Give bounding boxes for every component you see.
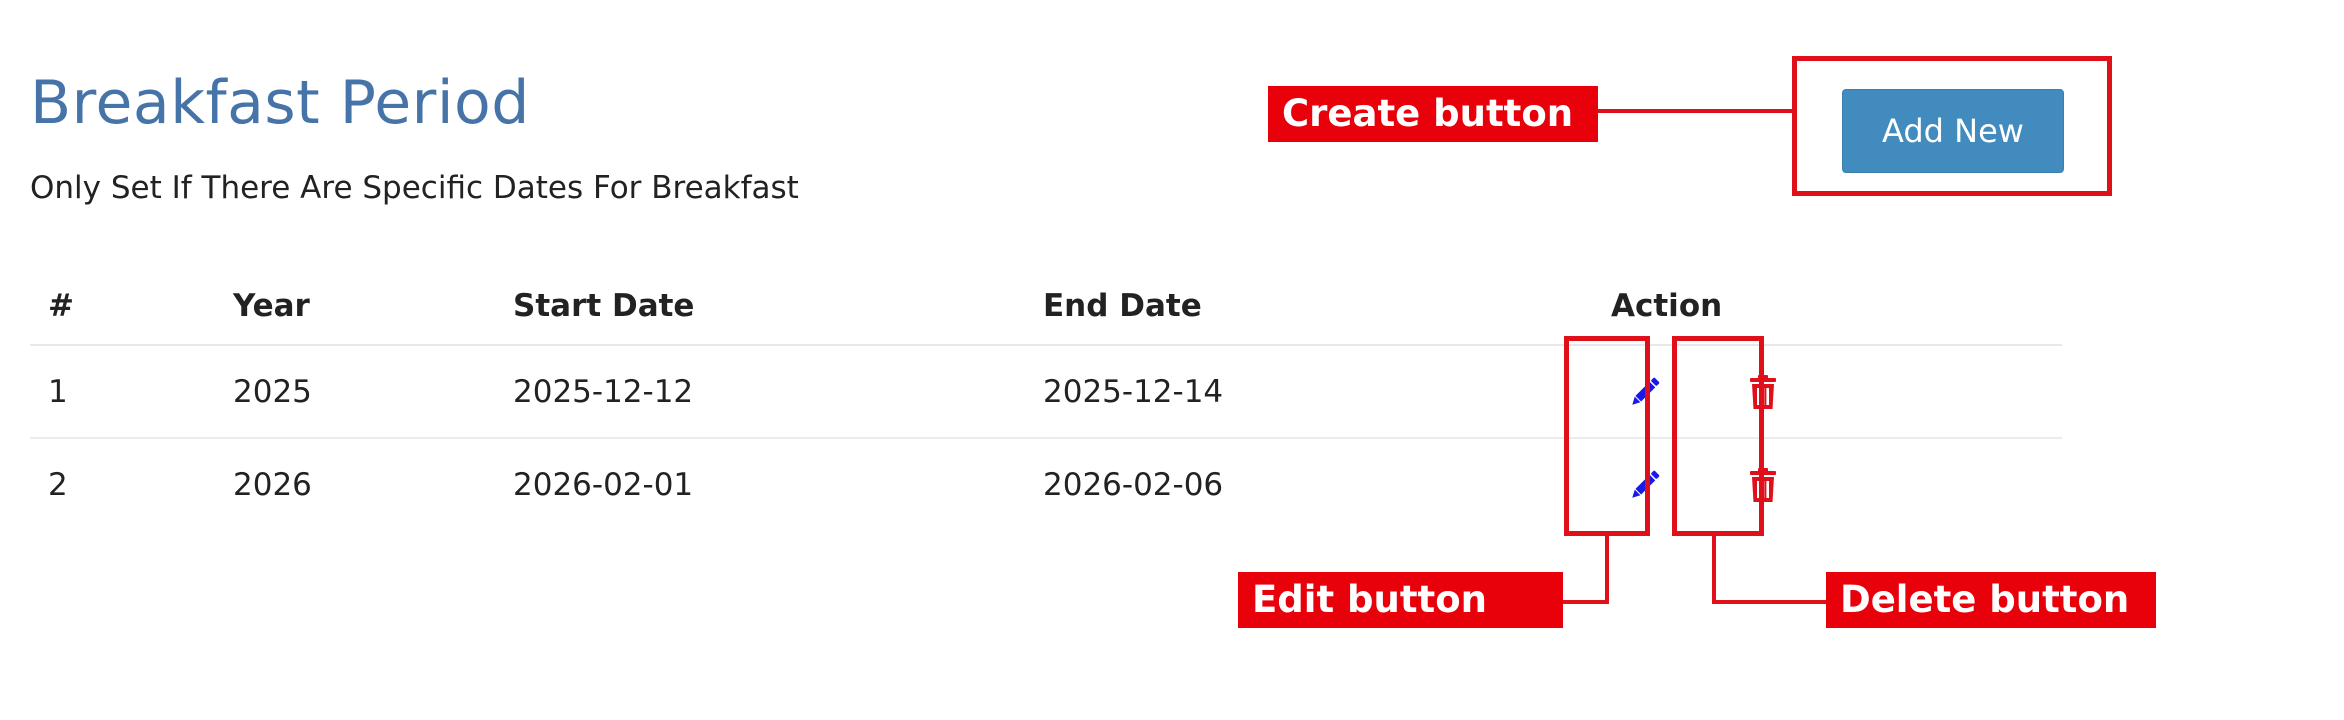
- page-title: Breakfast Period: [30, 68, 530, 138]
- page: Breakfast Period Only Set If There Are S…: [0, 0, 2344, 720]
- row-year: 2025: [215, 345, 495, 439]
- delete-annotation-connector-horizontal: [1712, 600, 1830, 604]
- row-actions: [1593, 345, 2062, 439]
- row-number: 1: [30, 345, 215, 439]
- column-header-start-date: Start Date: [495, 268, 1025, 346]
- delete-annotation-connector-vertical: [1712, 534, 1716, 604]
- create-button-highlight: [1792, 56, 2112, 196]
- row-start-date: 2026-02-01: [513, 466, 694, 503]
- row-start-date: 2025-12-12: [495, 345, 1025, 439]
- delete-buttons-highlight: [1672, 336, 1764, 536]
- edit-annotation-connector-horizontal: [1560, 600, 1609, 604]
- edit-button-annotation: Edit button: [1238, 572, 1563, 628]
- column-header-action: Action: [1593, 268, 2062, 346]
- row-end-date: 2026-02-06: [1043, 466, 1224, 503]
- row-end-date: 2025-12-14: [1025, 345, 1593, 439]
- column-header-end-date: End Date: [1025, 268, 1593, 346]
- delete-button-annotation: Delete button: [1826, 572, 2156, 628]
- edit-buttons-highlight: [1564, 336, 1650, 536]
- page-subtitle: Only Set If There Are Specific Dates For…: [30, 170, 799, 206]
- column-header-number: #: [30, 268, 215, 346]
- row-year: 2026: [233, 466, 312, 503]
- row-number: 2: [48, 466, 68, 503]
- create-button-annotation: Create button: [1268, 86, 1598, 142]
- edit-annotation-connector-vertical: [1605, 534, 1609, 604]
- table-header-row: # Year Start Date End Date Action: [30, 268, 2062, 346]
- create-annotation-connector: [1596, 109, 1796, 113]
- row-actions: [1593, 438, 2062, 530]
- column-header-year: Year: [215, 268, 495, 346]
